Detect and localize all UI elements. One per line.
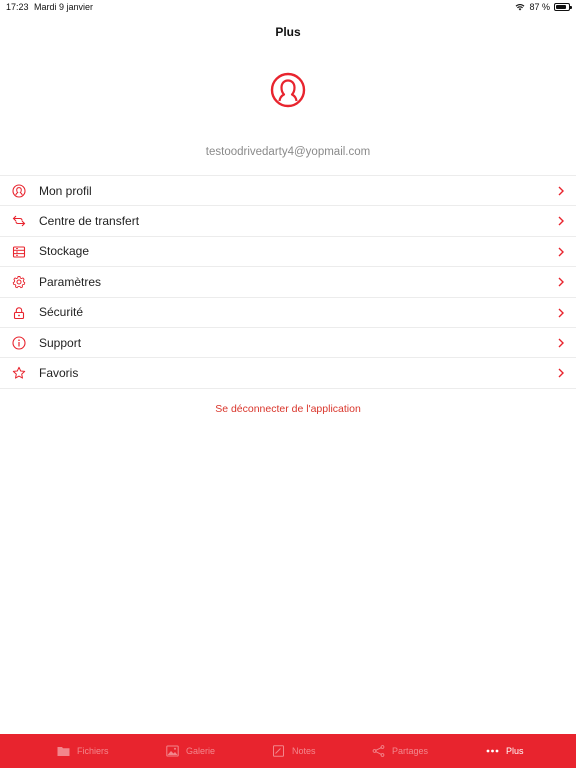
tab-shares[interactable]: Partages bbox=[372, 734, 428, 768]
status-date: Mardi 9 janvier bbox=[34, 2, 94, 12]
status-bar: 17:23 Mardi 9 janvier 87 % bbox=[0, 0, 576, 14]
menu-item-label: Mon profil bbox=[39, 183, 92, 198]
status-indicators: 87 % bbox=[515, 2, 572, 12]
tab-label: Notes bbox=[292, 746, 316, 756]
chevron-right-icon bbox=[558, 216, 564, 226]
tab-label: Fichiers bbox=[77, 746, 109, 756]
user-circle-icon bbox=[12, 184, 26, 198]
menu-item-label: Favoris bbox=[39, 366, 79, 381]
chevron-right-icon bbox=[558, 247, 564, 257]
folder-icon bbox=[57, 747, 70, 756]
tab-label: Galerie bbox=[186, 746, 216, 756]
battery-percent: 87 % bbox=[529, 2, 550, 12]
account-email: testoodrivedarty4@yopmail.com bbox=[205, 146, 371, 158]
menu-item-transfer-center[interactable]: Centre de transfert bbox=[0, 206, 576, 237]
menu-item-label: Paramètres bbox=[39, 274, 102, 289]
info-icon bbox=[12, 336, 26, 350]
battery-icon bbox=[554, 3, 572, 11]
menu-item-label: Support bbox=[39, 335, 82, 350]
menu-item-label: Sécurité bbox=[39, 305, 84, 320]
tab-bar: Fichiers Galerie Notes Partages Plus bbox=[0, 734, 576, 768]
menu-item-security[interactable]: Sécurité bbox=[0, 298, 576, 328]
chevron-right-icon bbox=[558, 277, 564, 287]
menu-item-storage[interactable]: Stockage bbox=[0, 237, 576, 268]
tab-more[interactable]: Plus bbox=[486, 734, 524, 768]
chevron-right-icon bbox=[558, 186, 564, 196]
tab-gallery[interactable]: Galerie bbox=[166, 734, 215, 768]
gear-icon bbox=[12, 276, 26, 289]
wifi-icon bbox=[516, 4, 525, 11]
menu-item-favorites[interactable]: Favoris bbox=[0, 358, 576, 389]
battery-level bbox=[556, 5, 567, 9]
menu-item-label: Centre de transfert bbox=[39, 214, 140, 229]
chevron-right-icon bbox=[558, 308, 564, 318]
page-title: Plus bbox=[275, 25, 301, 39]
tab-files[interactable]: Fichiers bbox=[57, 734, 109, 768]
tab-label: Plus bbox=[506, 746, 524, 756]
settings-menu: Mon profil Centre de transfert Stockage bbox=[0, 175, 576, 389]
user-avatar-icon bbox=[270, 72, 306, 108]
transfer-arrows-icon bbox=[12, 216, 26, 227]
menu-item-settings[interactable]: Paramètres bbox=[0, 267, 576, 298]
chevron-right-icon bbox=[558, 368, 564, 378]
menu-item-profile[interactable]: Mon profil bbox=[0, 176, 576, 207]
menu-item-support[interactable]: Support bbox=[0, 328, 576, 359]
image-icon bbox=[166, 745, 179, 757]
storage-icon bbox=[12, 246, 26, 258]
status-time: 17:23 bbox=[6, 2, 29, 12]
lock-icon bbox=[13, 306, 25, 319]
share-icon bbox=[372, 745, 385, 757]
chevron-right-icon bbox=[558, 338, 564, 348]
more-dots-icon bbox=[486, 749, 499, 753]
menu-item-label: Stockage bbox=[39, 244, 90, 259]
tab-label: Partages bbox=[392, 746, 429, 756]
star-icon bbox=[12, 367, 26, 379]
logout-button[interactable]: Se déconnecter de l'application bbox=[0, 403, 576, 415]
note-icon bbox=[273, 745, 284, 757]
tab-notes[interactable]: Notes bbox=[272, 734, 316, 768]
